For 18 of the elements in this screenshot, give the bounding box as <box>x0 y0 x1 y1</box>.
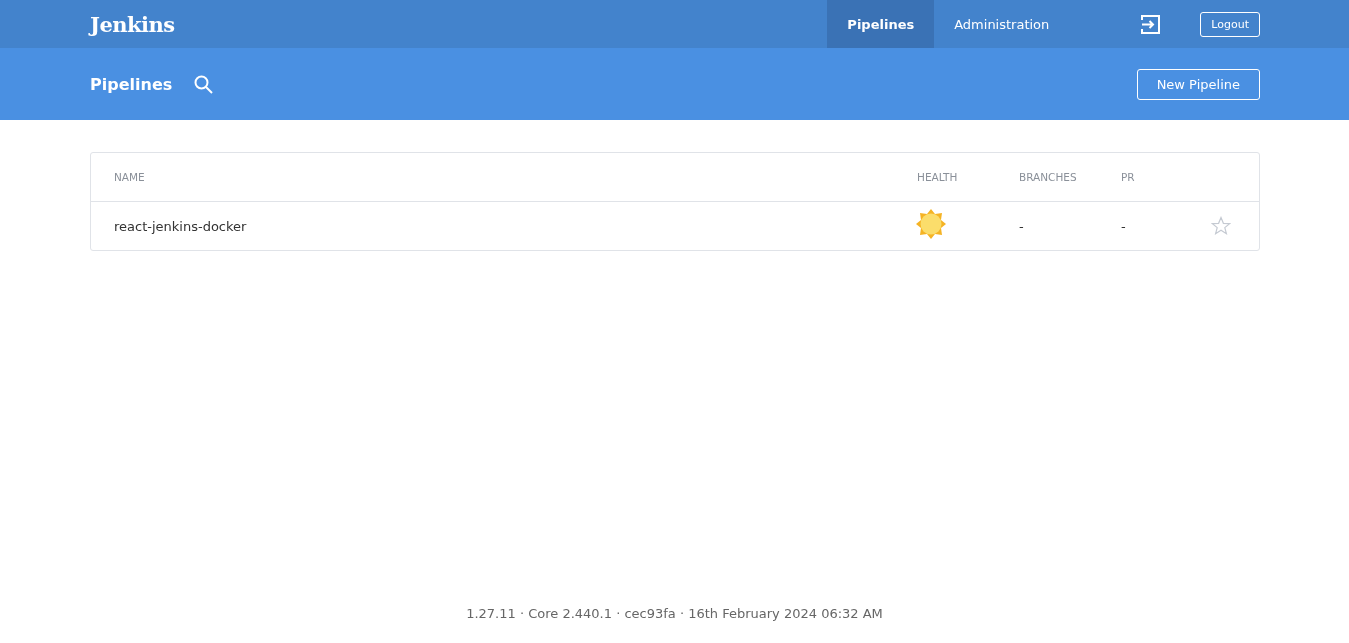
table-cell-text: - <box>1019 218 1025 234</box>
sun-icon <box>915 208 947 240</box>
page-title: Pipelines <box>90 74 173 94</box>
nav-tab[interactable]: Pipelines <box>827 0 935 48</box>
logout-button[interactable]: Logout <box>1200 11 1260 37</box>
column-header[interactable]: BRANCHES <box>1019 171 1121 183</box>
column-header[interactable]: HEALTH <box>917 171 1019 183</box>
login-arrow-icon[interactable] <box>1141 14 1161 34</box>
version-footer: 1.27.11 · Core 2.440.1 · cec93fa · 16th February 2024 06:32 AM <box>0 606 1349 643</box>
star-icon[interactable] <box>1211 216 1231 236</box>
table-cell-text: - <box>1121 218 1127 234</box>
jenkins-logo[interactable]: Jenkins <box>90 11 175 37</box>
search-icon[interactable] <box>194 74 214 94</box>
column-header[interactable]: NAME <box>114 171 917 183</box>
pipeline-name[interactable]: react-jenkins-docker <box>114 218 917 234</box>
column-header[interactable]: PR <box>1121 171 1211 183</box>
nav-tab[interactable]: Administration <box>934 0 1070 48</box>
new-pipeline-button[interactable]: New Pipeline <box>1136 68 1260 100</box>
